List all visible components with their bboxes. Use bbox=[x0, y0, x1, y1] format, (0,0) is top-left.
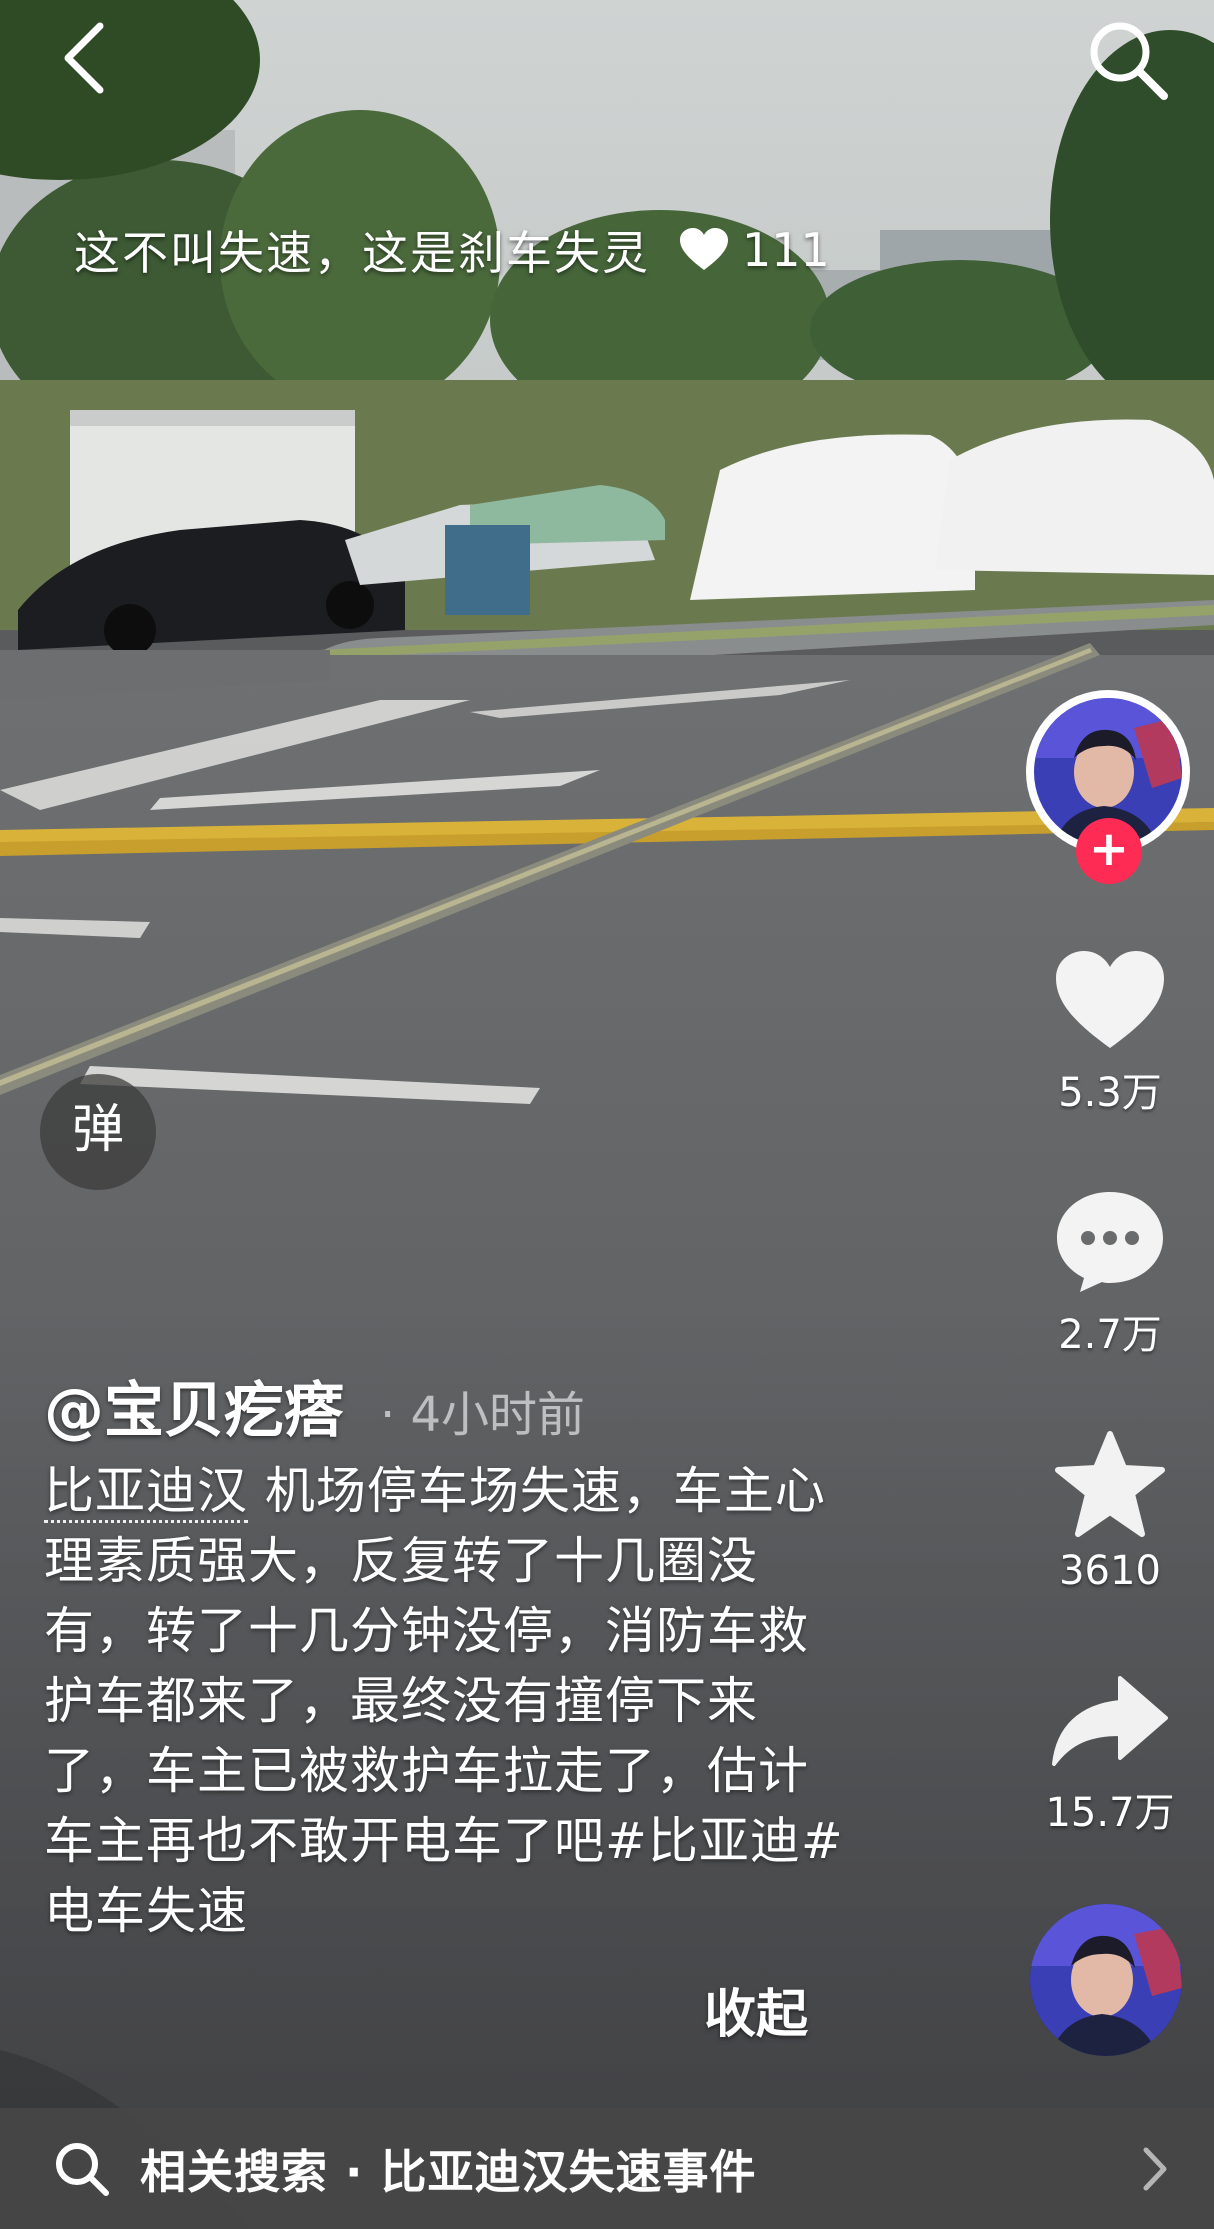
favorite-count: 3610 bbox=[1059, 1548, 1161, 1594]
chevron-right-icon bbox=[1143, 2147, 1167, 2191]
share-button[interactable]: 15.7万 bbox=[1030, 1672, 1190, 1838]
video-description: 比亚迪汉 机场停车场失速，车主心理素质强大，反复转了十几圈没有，转了十几分钟没停… bbox=[44, 1456, 844, 1946]
music-disc[interactable] bbox=[1030, 1904, 1182, 2056]
overlay-quote-text: 这不叫失速，这是刹车失灵 bbox=[74, 226, 650, 280]
like-count: 5.3万 bbox=[1058, 1070, 1162, 1116]
share-arrow-icon bbox=[1052, 1676, 1168, 1766]
heart-icon[interactable] bbox=[678, 226, 730, 274]
back-button[interactable] bbox=[52, 18, 122, 98]
collapse-button[interactable]: 收起 bbox=[704, 1972, 808, 2047]
like-button[interactable]: 5.3万 bbox=[1030, 948, 1190, 1118]
comment-count: 2.7万 bbox=[1058, 1312, 1162, 1358]
comment-icon bbox=[1057, 1192, 1163, 1292]
search-button[interactable] bbox=[1084, 14, 1170, 104]
search-icon bbox=[56, 2142, 109, 2196]
related-search-bar[interactable]: 相关搜索 · 比亚迪汉失速事件 bbox=[0, 2108, 1214, 2229]
topic-tag[interactable]: 比亚迪汉 bbox=[44, 1462, 248, 1523]
heart-icon bbox=[1056, 951, 1164, 1048]
share-count: 15.7万 bbox=[1045, 1790, 1175, 1836]
overlay-quote: 这不叫失速，这是刹车失灵 111 bbox=[74, 214, 830, 286]
comment-button[interactable]: 2.7万 bbox=[1030, 1188, 1190, 1360]
follow-button[interactable]: + bbox=[1076, 818, 1142, 884]
author-row: @宝贝疙瘩 · 4小时前 bbox=[44, 1362, 585, 1449]
chevron-left-icon bbox=[64, 22, 104, 94]
post-time: · 4小时前 bbox=[380, 1387, 586, 1443]
search-icon bbox=[1090, 22, 1168, 100]
overlay-quote-like-count: 111 bbox=[742, 223, 830, 277]
music-disc-avatar bbox=[1030, 1904, 1182, 2056]
star-icon bbox=[1055, 1431, 1165, 1537]
description-text: 机场停车场失速，车主心理素质强大，反复转了十几圈没有，转了十几分钟没停，消防车救… bbox=[44, 1462, 844, 1940]
author-name[interactable]: @宝贝疙瘩 bbox=[44, 1362, 344, 1449]
related-search-label: 相关搜索 · 比亚迪汉失速事件 bbox=[140, 2144, 757, 2199]
danmaku-toggle[interactable]: 弹 bbox=[40, 1074, 156, 1190]
favorite-button[interactable]: 3610 bbox=[1030, 1430, 1190, 1594]
